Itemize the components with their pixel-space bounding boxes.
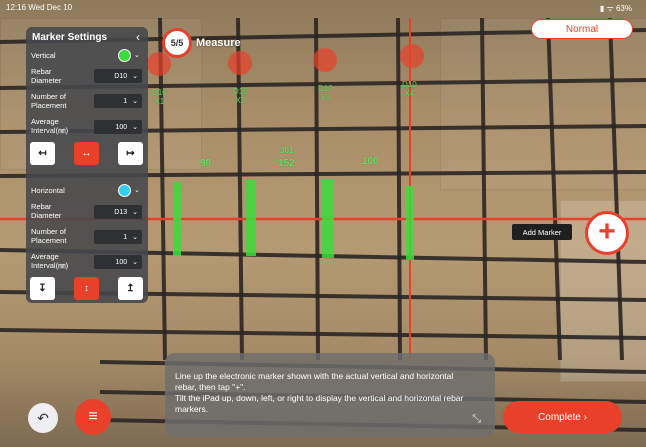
- settings-title: Marker Settings: [32, 32, 108, 43]
- vertical-placement-label: Number of Placement: [31, 92, 67, 110]
- horizontal-label: Horizontal: [31, 186, 65, 195]
- vertical-placement-select[interactable]: 1 ⌄: [94, 94, 142, 108]
- rebar-tag: D10 X1: [152, 88, 167, 106]
- align-center-horizontal-button[interactable]: ↔: [74, 142, 99, 165]
- instruction-panel: Line up the electronic marker shown with…: [165, 353, 495, 437]
- vertical-interval-label: Average Interval(㎜): [31, 117, 69, 135]
- chevron-down-icon: ⌄: [132, 98, 138, 105]
- chevron-down-icon: ⌄: [132, 124, 138, 131]
- status-time: 12:16 Wed Dec 10: [6, 3, 73, 12]
- status-indicators: ▮ ᯤ 63%: [599, 4, 632, 13]
- vertical-rebar: [608, 17, 624, 361]
- chevron-down-icon[interactable]: ⌄: [134, 51, 140, 59]
- green-rebar-marker: [322, 180, 334, 258]
- horizontal-color-picker[interactable]: [118, 184, 131, 197]
- green-rebar-marker: [173, 182, 181, 256]
- marker-circle: [313, 48, 337, 72]
- chevron-left-icon[interactable]: ‹: [136, 30, 140, 44]
- rebar-tag: D10 X2: [233, 87, 248, 105]
- instruction-text: Tilt the iPad up, down, left, or right t…: [175, 393, 464, 414]
- vertical-rebar: [546, 17, 562, 361]
- measure-title: Measure: [196, 37, 241, 49]
- chevron-down-icon: ⌄: [132, 234, 138, 241]
- undo-icon: ↶: [37, 409, 49, 426]
- vertical-diameter-label: Rebar Diameter: [31, 67, 62, 85]
- green-rebar-marker: [406, 186, 414, 260]
- add-marker-button[interactable]: +: [585, 211, 629, 255]
- menu-icon: ≡: [88, 408, 98, 425]
- horizontal-diameter-select[interactable]: D13 ⌄: [94, 205, 142, 219]
- chevron-down-icon[interactable]: ⌄: [134, 186, 140, 194]
- marker-circle: [400, 44, 424, 68]
- green-rebar-marker: [246, 180, 256, 256]
- vertical-rebar: [396, 17, 402, 361]
- horizontal-interval-label: Average Interval(㎜): [31, 252, 69, 270]
- plus-icon: +: [598, 215, 616, 248]
- align-top-button[interactable]: ↥: [118, 277, 143, 300]
- horizontal-interval-select[interactable]: 100 ⌄: [94, 255, 142, 269]
- complete-button[interactable]: Complete ›: [503, 401, 622, 433]
- marker-settings-panel: Marker Settings ‹ Vertical ⌄ Rebar Diame…: [26, 27, 148, 303]
- align-left-button[interactable]: ↤: [30, 142, 55, 165]
- spacing-sublabel: 301: [280, 146, 294, 155]
- vertical-interval-select[interactable]: 100 ⌄: [94, 120, 142, 134]
- add-marker-tooltip: Add Marker: [512, 224, 572, 240]
- chevron-down-icon: ⌄: [132, 209, 138, 216]
- collapse-icon[interactable]: ⤡: [472, 414, 481, 425]
- vertical-rebar: [480, 17, 488, 361]
- undo-button[interactable]: ↶: [28, 403, 58, 433]
- rebar-tag: D10 X4: [402, 80, 417, 98]
- spacing-label: 98: [200, 158, 212, 169]
- vertical-color-picker[interactable]: [118, 49, 131, 62]
- vertical-diameter-select[interactable]: D10 ⌄: [94, 69, 142, 83]
- instruction-text: Line up the electronic marker shown with…: [175, 371, 454, 392]
- horizontal-diameter-label: Rebar Diameter: [31, 202, 62, 220]
- mode-button[interactable]: Normal: [531, 19, 633, 39]
- status-bar: 12:16 Wed Dec 10 ▮ ᯤ 63%: [0, 0, 646, 18]
- measure-count: 5/5: [162, 28, 192, 58]
- align-right-button[interactable]: ↦: [118, 142, 143, 165]
- chevron-down-icon: ⌄: [132, 259, 138, 266]
- horizontal-placement-select[interactable]: 1 ⌄: [94, 230, 142, 244]
- horizontal-rebar: [0, 328, 646, 340]
- menu-button[interactable]: ≡: [75, 399, 111, 435]
- align-bottom-button[interactable]: ↧: [30, 277, 55, 300]
- horizontal-placement-label: Number of Placement: [31, 227, 67, 245]
- spacing-label: 100: [362, 156, 379, 167]
- spacing-label: 152: [278, 158, 295, 169]
- vertical-label: Vertical: [31, 51, 56, 60]
- measure-header: 5/5 Measure: [162, 28, 241, 58]
- chevron-down-icon: ⌄: [132, 73, 138, 80]
- rebar-tag: D10 X3: [318, 84, 333, 102]
- align-center-vertical-button[interactable]: ↕: [74, 277, 99, 300]
